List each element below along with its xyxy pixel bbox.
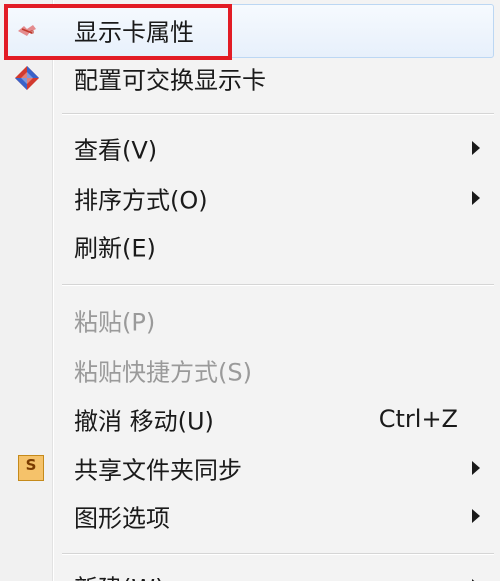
switchable-graphics-icon (14, 65, 40, 91)
submenu-arrow-icon (472, 141, 480, 155)
menu-item-paste: 粘贴(P) (0, 296, 500, 344)
menu-item-paste-shortcut: 粘贴快捷方式(S) (0, 346, 500, 394)
menu-item-label: 共享文件夹同步 (74, 456, 242, 485)
annotation-highlight-box (4, 4, 232, 60)
shortcut-text: Ctrl+Z (378, 405, 458, 433)
menu-separator (62, 553, 494, 555)
menu-item-label: 图形选项 (74, 504, 170, 533)
menu-separator (62, 113, 494, 115)
menu-item-label: 排序方式(O) (74, 186, 208, 215)
context-menu: 显示卡属性 配置可交换显示卡 查看(V) 排序方式(O) 刷新(E) 粘贴(P) (0, 0, 500, 581)
submenu-arrow-icon (472, 191, 480, 205)
menu-item-label: 新建(W) (74, 569, 164, 581)
menu-item-undo-move[interactable]: 撤消 移动(U) Ctrl+Z (0, 395, 500, 443)
submenu-arrow-icon (472, 461, 480, 475)
menu-item-new[interactable]: 新建(W) (0, 562, 500, 581)
menu-item-label: 撤消 移动(U) (74, 407, 214, 436)
menu-item-label: 粘贴快捷方式(S) (74, 358, 252, 387)
menu-item-label: 查看(V) (74, 136, 158, 165)
submenu-arrow-icon (472, 509, 480, 523)
menu-separator (62, 284, 494, 286)
menu-item-configure-switchable-graphics[interactable]: 配置可交换显示卡 (0, 54, 500, 102)
sync-folder-icon: S (18, 455, 44, 481)
menu-item-sort-by[interactable]: 排序方式(O) (0, 174, 500, 222)
menu-item-label: 刷新(E) (74, 234, 156, 263)
menu-item-label: 粘贴(P) (74, 308, 156, 337)
menu-item-refresh[interactable]: 刷新(E) (0, 222, 500, 270)
menu-item-graphics-options[interactable]: 图形选项 (0, 492, 500, 540)
menu-item-view[interactable]: 查看(V) (0, 124, 500, 172)
menu-item-shared-folder-sync[interactable]: S 共享文件夹同步 (0, 444, 500, 492)
menu-item-label: 配置可交换显示卡 (74, 66, 266, 95)
